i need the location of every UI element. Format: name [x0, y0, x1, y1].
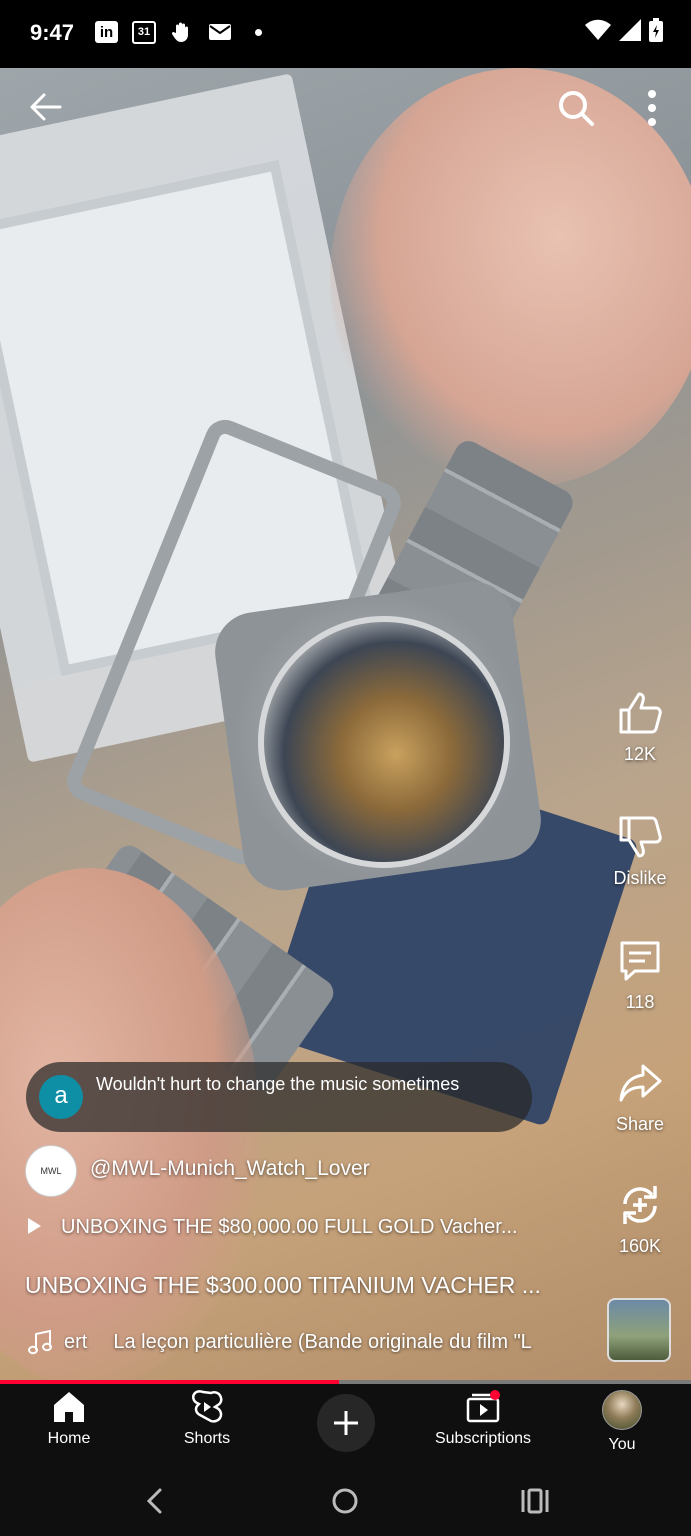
nav-home[interactable]: Home: [9, 1390, 129, 1448]
comments-button[interactable]: 118: [592, 938, 688, 1013]
search-icon[interactable]: [556, 88, 596, 128]
system-recents-icon[interactable]: [515, 1484, 555, 1518]
nav-shorts[interactable]: Shorts: [147, 1390, 267, 1448]
like-count: 12K: [623, 744, 657, 764]
profile-avatar: [602, 1390, 642, 1430]
calendar-icon: 31: [132, 20, 156, 44]
hand-top: [330, 68, 691, 488]
dislike-button[interactable]: Dislike: [592, 814, 688, 889]
remix-button[interactable]: 160K: [592, 1182, 688, 1257]
related-video-link[interactable]: UNBOXING THE $80,000.00 FULL GOLD Vacher…: [28, 1216, 588, 1239]
remix-icon: [623, 1186, 657, 1224]
sound-thumbnail[interactable]: [607, 1298, 671, 1362]
share-icon: [619, 1064, 662, 1102]
shorts-icon: [192, 1390, 223, 1423]
nav-shorts-label: Shorts: [183, 1430, 231, 1447]
nav-home-label: Home: [47, 1430, 91, 1447]
short-video-player[interactable]: [0, 68, 691, 1380]
share-label: Share: [615, 1114, 665, 1134]
comment-text: Wouldn't hurt to change the music someti…: [96, 1074, 460, 1094]
music-ticker[interactable]: ert La leçon particulière (Bande original…: [64, 1331, 594, 1354]
thumb-down-icon: [619, 816, 662, 858]
subscriptions-icon: [466, 1390, 500, 1423]
battery-icon: [649, 18, 663, 42]
comment-icon: [620, 941, 660, 981]
more-vert-icon[interactable]: [638, 88, 666, 128]
create-button[interactable]: [317, 1394, 375, 1452]
plus-icon: [334, 1411, 358, 1435]
comment-count: 118: [625, 992, 655, 1012]
system-navigation-bar: [0, 1466, 691, 1536]
status-time: 9:47: [30, 20, 75, 45]
thumb-up-icon: [619, 692, 662, 734]
hand-icon: [170, 20, 194, 44]
mail-icon: [208, 20, 232, 44]
share-button[interactable]: Share: [592, 1060, 688, 1135]
skeleton-caseback: [258, 616, 510, 868]
remix-count: 160K: [618, 1236, 662, 1256]
nav-subscriptions[interactable]: Subscriptions: [423, 1390, 543, 1448]
system-back-icon[interactable]: [136, 1484, 176, 1518]
status-bar: 9:47 in 31: [0, 0, 691, 68]
bottom-navigation: Home Shorts Subscriptions You: [0, 1384, 691, 1466]
channel-avatar-text: MWL: [40, 1166, 62, 1176]
related-video-title: UNBOXING THE $80,000.00 FULL GOLD Vacher…: [61, 1216, 518, 1238]
music-artist: ert: [64, 1331, 88, 1353]
top-comment-bubble[interactable]: a Wouldn't hurt to change the music some…: [26, 1062, 532, 1132]
music-note-icon: [28, 1330, 52, 1355]
like-button[interactable]: 12K: [592, 690, 688, 765]
nav-you-label: You: [608, 1436, 636, 1453]
nav-you[interactable]: You: [562, 1390, 682, 1454]
system-home-icon[interactable]: [325, 1484, 365, 1518]
system-status-icons: [585, 18, 663, 42]
back-arrow-icon[interactable]: [28, 90, 62, 124]
home-icon: [54, 1392, 84, 1422]
play-icon: [28, 1217, 41, 1234]
signal-icon: [619, 19, 641, 41]
comment-avatar: a: [39, 1075, 83, 1119]
wifi-icon: [585, 19, 611, 40]
dislike-label: Dislike: [613, 868, 667, 888]
nav-subscriptions-label: Subscriptions: [434, 1430, 532, 1447]
channel-avatar[interactable]: MWL: [25, 1145, 77, 1197]
notification-icons: in 31: [95, 20, 270, 44]
linkedin-icon: in: [95, 21, 118, 43]
dot-icon: [246, 20, 270, 44]
channel-name[interactable]: @MWL-Munich_Watch_Lover: [90, 1157, 370, 1181]
music-track: La leçon particulière (Bande originale d…: [113, 1331, 532, 1353]
video-title[interactable]: UNBOXING THE $300.000 TITANIUM VACHER ..…: [25, 1272, 585, 1299]
